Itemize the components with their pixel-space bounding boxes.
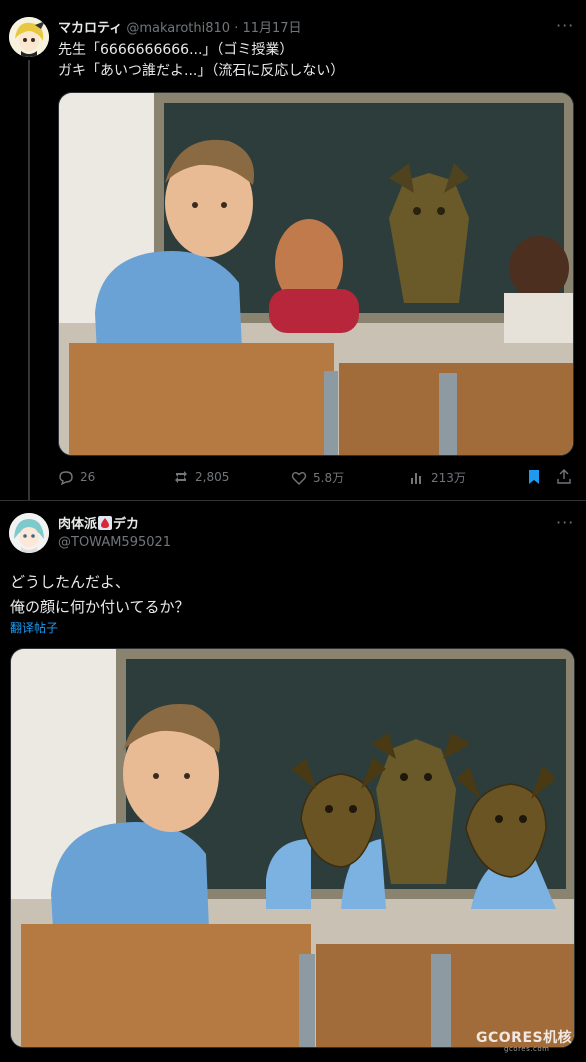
reply-icon xyxy=(59,471,73,485)
views-button[interactable]: 213万 xyxy=(409,469,466,486)
bookmark-icon xyxy=(529,470,539,484)
repost-icon xyxy=(175,471,187,483)
author-handle[interactable]: @makarothi810 xyxy=(126,21,230,36)
bookmark-button[interactable] xyxy=(526,469,542,485)
reply-count: 26 xyxy=(80,470,96,484)
meme-classroom-edited-photo-icon xyxy=(11,649,574,1047)
tweet-image[interactable] xyxy=(58,92,574,456)
avatar[interactable] xyxy=(9,513,49,553)
tweet-header: 肉体派 デカ @TOWAM595021 xyxy=(58,513,171,550)
views-chart-icon xyxy=(411,472,421,484)
like-count: 5.8万 xyxy=(313,471,345,485)
thread-line xyxy=(28,60,30,500)
heart-icon xyxy=(291,471,307,485)
blood-drop-emoji-icon xyxy=(98,516,113,530)
repost-count: 2,805 xyxy=(195,470,230,484)
timestamp[interactable]: · 11月17日 xyxy=(234,21,301,36)
tweet-image[interactable] xyxy=(10,648,575,1048)
meme-classroom-photo-icon xyxy=(59,93,573,455)
translate-post-link[interactable]: 翻译帖子 xyxy=(10,619,58,636)
author-name[interactable]: 肉体派 xyxy=(58,517,97,532)
watermark-sub: gcores.com xyxy=(504,1045,550,1053)
action-bar: 26 2,805 5.8万 213万 xyxy=(58,469,578,491)
watermark-brand: GCORES机核 xyxy=(476,1030,573,1046)
watermark: GCORES机核 gcores.com xyxy=(476,1027,572,1053)
avatar[interactable] xyxy=(9,17,49,57)
more-options-icon[interactable]: ··· xyxy=(556,513,574,532)
tweet-text: 先生「6666666666...」（ゴミ授業） ガキ「あいつ誰だよ...」（流石… xyxy=(58,42,345,79)
tweet-text: どうしたんだよ、 俺の顔に何か付いてるか？ xyxy=(10,573,190,616)
tweet-original: マカロティ @makarothi810 · 11月17日 ··· 先生「6666… xyxy=(0,0,586,500)
author-name[interactable]: マカロティ xyxy=(58,21,122,36)
share-button[interactable] xyxy=(556,469,572,485)
view-count: 213万 xyxy=(431,471,466,485)
tweet-header: マカロティ @makarothi810 · 11月17日 xyxy=(58,17,302,36)
divider xyxy=(0,500,586,501)
reply-button[interactable]: 26 xyxy=(58,469,95,485)
author-name-suffix: デカ xyxy=(113,517,140,532)
share-icon xyxy=(557,469,571,484)
author-handle[interactable]: @TOWAM595021 xyxy=(58,535,171,550)
more-options-icon[interactable]: ··· xyxy=(556,16,574,35)
repost-button[interactable]: 2,805 xyxy=(173,469,229,485)
like-button[interactable]: 5.8万 xyxy=(291,469,344,486)
